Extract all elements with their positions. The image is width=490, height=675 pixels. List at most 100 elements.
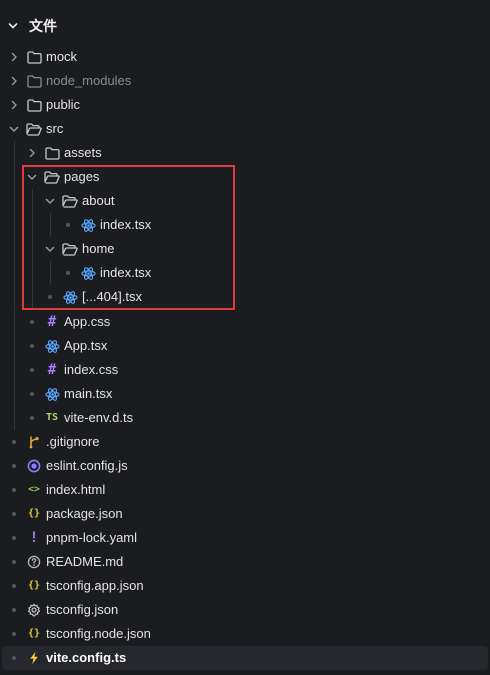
folder-icon <box>44 145 60 161</box>
tree-file-tsconfig-node-json[interactable]: {} tsconfig.node.json <box>0 622 490 646</box>
tree-folder-src[interactable]: src <box>0 117 490 141</box>
folder-open-icon <box>26 121 42 137</box>
tree-folder-about[interactable]: about <box>0 189 490 213</box>
chevron-down-icon <box>45 198 55 204</box>
folder-icon <box>26 97 42 113</box>
tree-folder-assets[interactable]: assets <box>0 141 490 165</box>
tree-bullet <box>12 560 16 564</box>
tree-item-label: src <box>46 121 64 136</box>
tree-item-label: index.tsx <box>100 265 152 280</box>
tree-bullet <box>66 223 70 227</box>
tree-item-label: [...404].tsx <box>82 289 142 304</box>
indent-guide <box>14 310 15 334</box>
tree-bullet <box>12 464 16 468</box>
tree-item-label: package.json <box>46 506 123 521</box>
tree-file-tsconfig-json[interactable]: tsconfig.json <box>0 598 490 622</box>
indent-guide <box>50 213 51 237</box>
tree-bullet <box>12 656 16 660</box>
tree-item-label: vite.config.ts <box>46 650 127 665</box>
tree-item-label: main.tsx <box>64 386 113 401</box>
vite-icon <box>26 650 42 666</box>
tree-file-eslint-config-js[interactable]: eslint.config.js <box>0 454 490 478</box>
tree-folder-home[interactable]: home <box>0 237 490 261</box>
tree-file-404-tsx[interactable]: [...404].tsx <box>0 285 490 309</box>
tree-folder-public[interactable]: public <box>0 93 490 117</box>
tree-file-about-index-tsx[interactable]: index.tsx <box>0 213 490 237</box>
tree-item-label: index.tsx <box>100 217 152 232</box>
tree-file-package-json[interactable]: {} package.json <box>0 502 490 526</box>
tree-item-label: index.html <box>46 482 106 497</box>
tree-bullet <box>12 608 16 612</box>
react-icon <box>44 386 60 402</box>
tree-item-label: vite-env.d.ts <box>64 410 134 425</box>
tree-file-vite-config-ts[interactable]: vite.config.ts <box>2 646 488 670</box>
react-icon <box>80 217 96 233</box>
typescript-icon: TS <box>45 412 59 423</box>
tree-item-label: index.css <box>64 362 119 377</box>
tree-bullet <box>66 271 70 275</box>
tree-file-pnpm-lock-yaml[interactable]: ! pnpm-lock.yaml <box>0 526 490 550</box>
yaml-icon: ! <box>29 530 39 546</box>
indent-guide <box>32 261 33 285</box>
gear-icon <box>26 602 42 618</box>
tree-file-tsconfig-app-json[interactable]: {} tsconfig.app.json <box>0 574 490 598</box>
json-icon: {} <box>27 580 41 591</box>
tree-file-gitignore[interactable]: .gitignore <box>0 430 490 454</box>
tree-file-app-tsx[interactable]: App.tsx <box>0 334 490 358</box>
tree-folder-pages[interactable]: pages <box>0 165 490 189</box>
tree-bullet <box>30 320 34 324</box>
folder-open-icon <box>62 241 78 257</box>
indent-guide <box>14 165 15 189</box>
tree-bullet <box>30 368 34 372</box>
git-icon <box>26 434 42 450</box>
explorer-title: 文件 <box>29 18 57 34</box>
css-hash-icon: # <box>47 362 57 378</box>
json-icon: {} <box>27 628 41 639</box>
react-icon <box>44 338 60 354</box>
chevron-down-icon <box>9 126 19 132</box>
tree-file-vite-env-d-ts[interactable]: TS vite-env.d.ts <box>0 406 490 430</box>
chevron-right-icon <box>11 52 17 62</box>
json-icon: {} <box>27 508 41 519</box>
react-icon <box>80 265 96 281</box>
indent-guide <box>14 213 15 237</box>
indent-guide <box>32 237 33 261</box>
tree-bullet <box>12 536 16 540</box>
tree-item-label: .gitignore <box>46 434 100 449</box>
indent-guide <box>14 237 15 261</box>
chevron-right-icon <box>11 100 17 110</box>
tree-file-index-html[interactable]: <> index.html <box>0 478 490 502</box>
indent-guide <box>14 382 15 406</box>
tree-item-label: eslint.config.js <box>46 458 128 473</box>
folder-icon <box>26 73 42 89</box>
tree-item-label: pages <box>64 169 100 184</box>
chevron-right-icon <box>11 76 17 86</box>
chevron-right-icon <box>29 148 35 158</box>
tree-item-label: tsconfig.app.json <box>46 578 144 593</box>
tree-file-readme-md[interactable]: README.md <box>0 550 490 574</box>
tree-item-label: node_modules <box>46 73 132 88</box>
indent-guide <box>14 141 15 165</box>
tree-folder-node-modules[interactable]: node_modules <box>0 69 490 93</box>
chevron-down-icon <box>45 246 55 252</box>
tree-folder-mock[interactable]: mock <box>0 45 490 69</box>
tree-bullet <box>48 295 52 299</box>
indent-guide <box>14 406 15 430</box>
indent-guide <box>32 213 33 237</box>
indent-guide <box>14 334 15 358</box>
tree-item-label: tsconfig.json <box>46 602 119 617</box>
indent-guide <box>32 189 33 213</box>
tree-file-main-tsx[interactable]: main.tsx <box>0 382 490 406</box>
tree-file-index-css[interactable]: # index.css <box>0 358 490 382</box>
indent-guide <box>32 285 33 309</box>
tree-file-home-index-tsx[interactable]: index.tsx <box>0 261 490 285</box>
tree-item-label: App.tsx <box>64 338 108 353</box>
eslint-icon <box>26 458 42 474</box>
folder-icon <box>26 49 42 65</box>
chevron-down-icon <box>8 23 18 29</box>
tree-bullet <box>30 344 34 348</box>
tree-item-label: public <box>46 97 80 112</box>
tree-item-label: pnpm-lock.yaml <box>46 530 138 545</box>
tree-file-app-css[interactable]: # App.css <box>0 310 490 334</box>
info-icon <box>26 554 42 570</box>
